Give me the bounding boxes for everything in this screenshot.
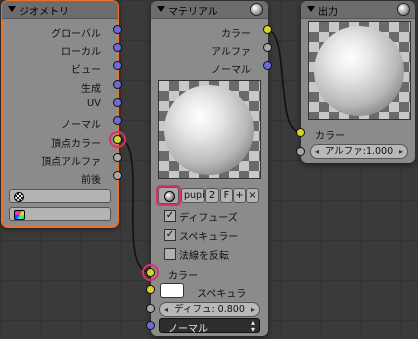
socket-normal[interactable]	[113, 116, 122, 125]
diffuse-intensity-field[interactable]: ◂ ディフュ: 0.800 ▸	[159, 302, 260, 317]
increment-arrow-icon[interactable]: ▸	[399, 145, 403, 158]
output-node[interactable]: 出力 カラー ◂ アルファ:1.000 ▸	[301, 1, 415, 163]
input-color-label: カラー	[168, 271, 198, 282]
output-alpha-value: アルファ:1.000	[324, 146, 394, 157]
add-icon: +	[235, 190, 244, 201]
specular-label-input: スペキュラ	[197, 289, 247, 300]
geometry-node[interactable]: ジオメトリ グローバル ローカル ビュー 生成 UV ノーマル 頂点カラー 頂点…	[1, 0, 119, 228]
normal-select-value: ノーマル	[168, 324, 208, 335]
specular-checkbox[interactable]: ✓	[164, 229, 176, 241]
output-normal: ノーマル	[61, 120, 101, 131]
socket-normal-in[interactable]	[146, 321, 155, 330]
collapse-triangle-icon[interactable]	[307, 6, 315, 12]
material-node-title: マテリアル	[168, 7, 218, 18]
socket-material-color-out[interactable]	[263, 25, 272, 34]
diffuse-checkbox[interactable]: ✓	[164, 210, 176, 222]
material-name: pupi	[184, 190, 205, 201]
highlight-ring-material-color	[142, 264, 159, 281]
link-vertex-color-to-material-color	[117, 138, 151, 273]
socket-output-alpha-in[interactable]	[296, 147, 305, 156]
decrement-arrow-icon[interactable]: ◂	[164, 303, 168, 316]
socket-local[interactable]	[113, 43, 122, 52]
link-material-color-to-output-color	[266, 29, 301, 133]
output-alpha-field[interactable]: ◂ アルファ:1.000 ▸	[310, 144, 408, 159]
material-node[interactable]: マテリアル カラー アルファ ノーマル pupi 2 F + × ✓ ディフュー…	[151, 1, 268, 336]
checker-icon	[14, 192, 24, 202]
socket-orco[interactable]	[113, 80, 122, 89]
normal-select[interactable]: ノーマル ▴ ▾	[159, 318, 260, 335]
geometry-uv-field[interactable]	[9, 189, 111, 203]
material-node-header[interactable]: マテリアル	[151, 1, 268, 19]
output-node-title: 出力	[318, 7, 338, 18]
diffuse-intensity-value: ディフュ: 0.800	[174, 304, 245, 315]
socket-specular-in[interactable]	[146, 285, 155, 294]
invert-normal-checkbox[interactable]	[164, 248, 176, 260]
output-vertex-color: 頂点カラー	[51, 139, 101, 150]
collapse-triangle-icon[interactable]	[157, 6, 165, 12]
socket-global[interactable]	[113, 25, 122, 34]
socket-material-normal-out[interactable]	[263, 61, 272, 70]
fake-user-label: F	[223, 190, 230, 201]
socket-diffuse-in[interactable]	[146, 304, 155, 313]
specular-color-swatch[interactable]	[160, 283, 184, 298]
diffuse-label: ディフューズ	[179, 213, 238, 224]
output-view: ビュー	[71, 65, 101, 76]
fake-user-button[interactable]: F	[220, 188, 233, 203]
output-node-header[interactable]: 出力	[301, 1, 415, 19]
output-local: ローカル	[61, 47, 101, 58]
output-color: カラー	[221, 29, 251, 40]
highlight-box-material-browse	[156, 185, 181, 206]
socket-view[interactable]	[113, 61, 122, 70]
socket-output-color-in[interactable]	[296, 128, 305, 137]
specular-label: スペキュラー	[179, 232, 239, 243]
output-preview	[308, 21, 411, 120]
preview-ball-icon[interactable]	[397, 3, 410, 16]
color-palette-icon	[14, 210, 25, 220]
output-global: グローバル	[51, 29, 101, 40]
output-vertex-alpha: 頂点アルファ	[41, 157, 101, 168]
remove-material-button[interactable]: ×	[246, 188, 259, 203]
users-count: 2	[208, 190, 216, 201]
decrement-arrow-icon[interactable]: ◂	[315, 145, 319, 158]
material-name-field[interactable]: pupi	[181, 188, 205, 203]
increment-arrow-icon[interactable]: ▸	[251, 303, 255, 316]
output-color-label: カラー	[315, 131, 345, 142]
output-alpha: アルファ	[211, 47, 251, 58]
remove-icon: ×	[248, 190, 257, 201]
output-preview-sphere	[314, 26, 404, 116]
preview-sphere	[164, 85, 254, 175]
geometry-vcol-field[interactable]	[9, 207, 111, 221]
highlight-ring-vertex-color	[109, 131, 126, 148]
collapse-triangle-icon[interactable]	[8, 6, 16, 12]
add-material-button[interactable]: +	[233, 188, 246, 203]
updown-arrows-icon: ▴ ▾	[250, 318, 255, 334]
socket-material-alpha-out[interactable]	[263, 43, 272, 52]
output-orco: 生成	[81, 84, 101, 95]
socket-front-back[interactable]	[113, 171, 122, 180]
preview-ball-icon[interactable]	[250, 3, 263, 16]
material-preview	[158, 80, 261, 179]
invert-normal-label: 法線を反転	[179, 251, 229, 262]
output-uv: UV	[86, 98, 101, 109]
socket-uv[interactable]	[113, 98, 122, 107]
geometry-node-header[interactable]: ジオメトリ	[2, 1, 118, 19]
socket-vertex-alpha[interactable]	[113, 153, 122, 162]
material-users-count[interactable]: 2	[205, 188, 219, 203]
output-front-back: 前後	[81, 175, 101, 186]
geometry-node-title: ジオメトリ	[19, 7, 69, 18]
output-normal: ノーマル	[211, 65, 251, 76]
